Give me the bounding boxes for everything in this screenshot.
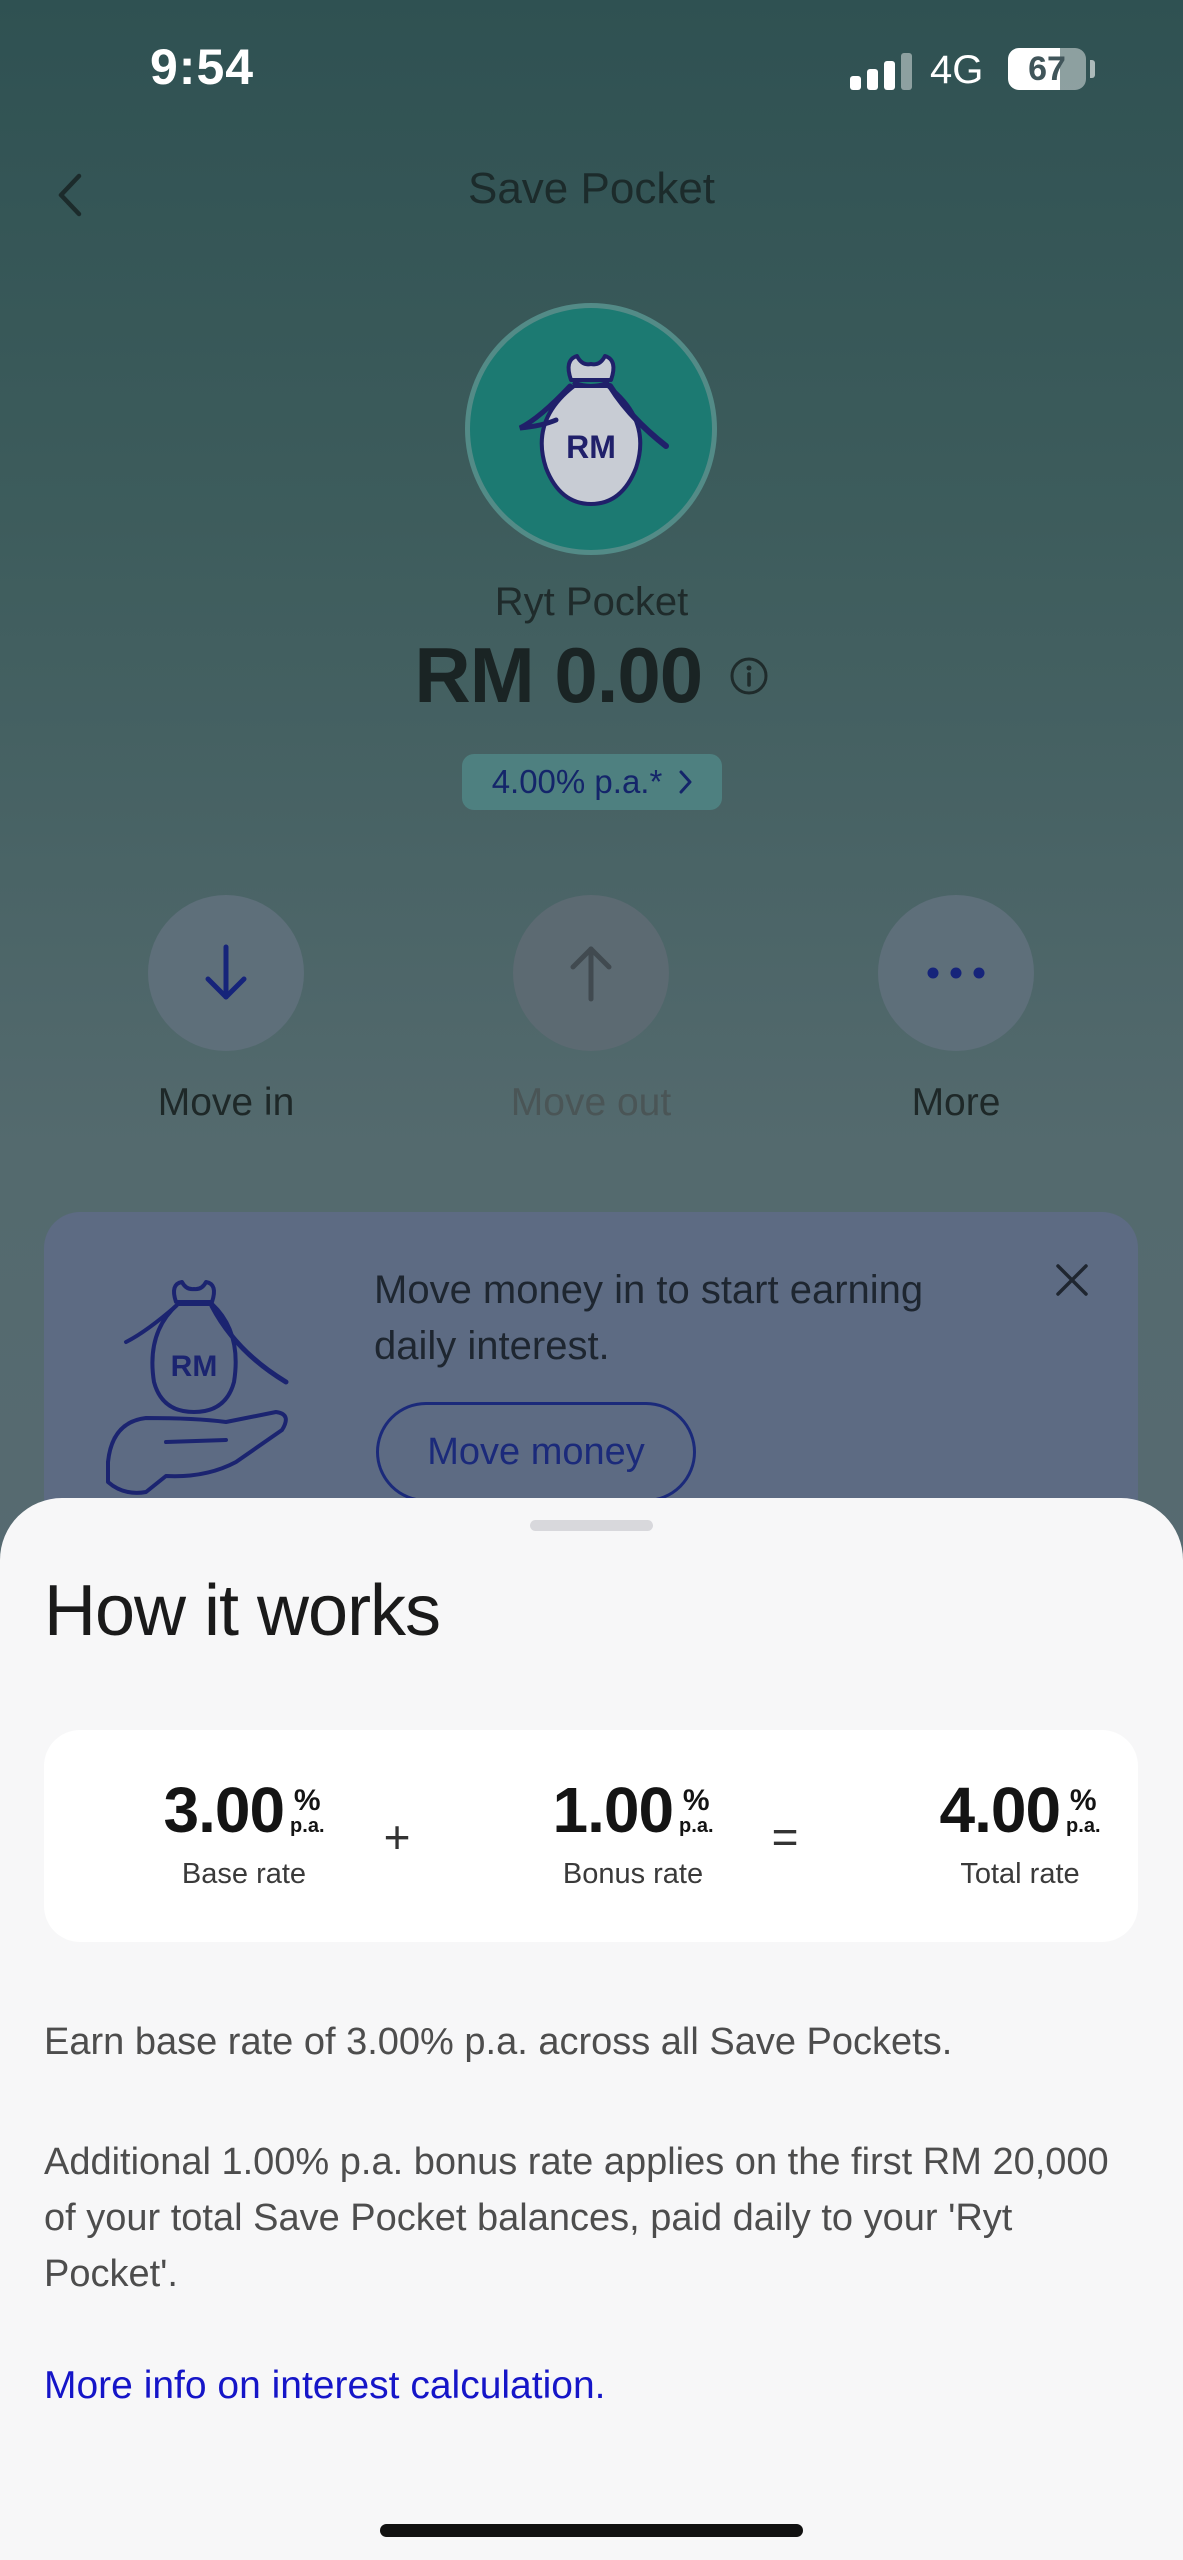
bonus-rate-value: 1.00: [552, 1774, 674, 1846]
move-in-button[interactable]: Move in: [126, 895, 326, 1125]
bonus-rate-percent: %: [682, 1784, 710, 1817]
move-out-button[interactable]: Move out: [491, 895, 691, 1125]
battery-icon: 67: [1008, 48, 1086, 90]
sheet-grabber[interactable]: [530, 1520, 653, 1531]
total-rate-value: 4.00: [939, 1774, 1061, 1846]
move-out-circle: [513, 895, 669, 1051]
total-rate-label: Total rate: [960, 1858, 1080, 1890]
move-in-circle: [148, 895, 304, 1051]
rates-card: 3.00 % p.a. Base rate + 1.00 % p.a. Bonu…: [44, 1730, 1138, 1942]
battery-level: 67: [1028, 50, 1066, 88]
base-rate-value: 3.00: [163, 1774, 285, 1846]
bonus-rate-pa: p.a.: [679, 1815, 714, 1837]
money-bag-hand-icon: RM: [106, 1272, 296, 1502]
bonus-rate: 1.00 % p.a. Bonus rate: [513, 1778, 753, 1891]
balance-row: RM 0.00: [0, 630, 1183, 721]
pocket-name: Ryt Pocket: [494, 580, 689, 624]
move-money-button[interactable]: Move money: [376, 1402, 696, 1502]
more-label: More: [911, 1081, 1001, 1124]
money-bag-icon: RM: [518, 354, 669, 506]
total-rate: 4.00 % p.a. Total rate: [900, 1778, 1140, 1891]
status-bar: 9:54 4G 67: [0, 0, 1183, 140]
move-out-label: Move out: [510, 1081, 672, 1124]
chevron-right-icon: [679, 770, 692, 794]
pocket-avatar: RM: [465, 303, 717, 555]
svg-text:RM: RM: [566, 429, 616, 465]
page-title: Save Pocket: [467, 164, 716, 213]
battery-tip: [1090, 60, 1095, 78]
signal-icon: [850, 52, 912, 90]
banner-message: Move money in to start earning daily int…: [374, 1268, 924, 1368]
base-rate-description: Earn base rate of 3.00% p.a. across all …: [44, 2021, 953, 2063]
base-rate-percent: %: [293, 1784, 321, 1817]
total-rate-pa: p.a.: [1066, 1815, 1101, 1837]
home-indicator[interactable]: [380, 2524, 803, 2537]
arrow-up-icon: [570, 946, 612, 1002]
base-rate-pa: p.a.: [290, 1815, 325, 1837]
more-dots-icon: [927, 967, 985, 979]
move-in-label: Move in: [157, 1081, 295, 1124]
bonus-rate-label: Bonus rate: [562, 1858, 704, 1890]
equals-sign: =: [771, 1811, 799, 1863]
sheet-title: How it works: [44, 1571, 441, 1651]
more-button[interactable]: More: [856, 895, 1056, 1125]
interest-rate-chip[interactable]: 4.00% p.a.*: [462, 754, 722, 810]
info-icon[interactable]: [729, 656, 769, 696]
base-rate: 3.00 % p.a. Base rate: [124, 1778, 364, 1891]
status-time: 9:54: [150, 39, 255, 95]
how-it-works-sheet: How it works 3.00 % p.a. Base rate + 1.0…: [0, 1498, 1183, 2560]
interest-calculation-link[interactable]: More info on interest calculation.: [44, 2364, 605, 2408]
plus-sign: +: [383, 1811, 411, 1863]
total-rate-percent: %: [1069, 1784, 1097, 1817]
base-rate-label: Base rate: [181, 1858, 307, 1890]
network-type: 4G: [930, 48, 984, 92]
more-circle: [878, 895, 1034, 1051]
interest-rate-text: 4.00% p.a.*: [491, 763, 663, 800]
move-money-banner: RM Move money in to start earning daily …: [44, 1212, 1138, 1532]
close-icon[interactable]: [1048, 1256, 1096, 1304]
arrow-down-icon: [205, 944, 247, 1000]
bonus-rate-description: Additional 1.00% p.a. bonus rate applies…: [44, 2141, 1109, 2295]
svg-text:RM: RM: [171, 1350, 218, 1383]
pocket-balance: RM 0.00: [414, 631, 703, 719]
